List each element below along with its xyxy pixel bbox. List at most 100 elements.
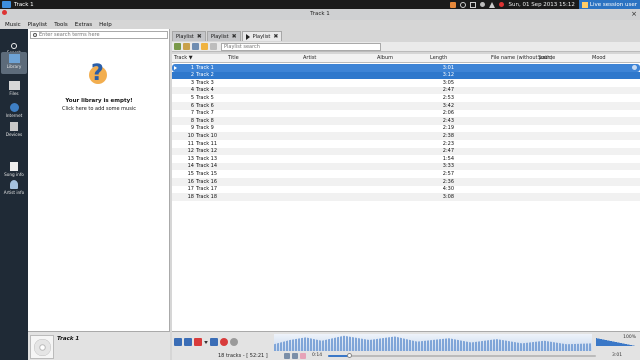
stop-icon[interactable] <box>194 338 202 346</box>
mail-icon[interactable] <box>499 2 505 7</box>
title-cell: Track 4 <box>196 87 214 94</box>
menu-music[interactable]: Music <box>5 22 21 28</box>
table-row[interactable]: 14 Track 14 3:33 <box>172 162 640 171</box>
load-playlist-icon[interactable] <box>183 43 190 50</box>
search-icon <box>11 43 17 49</box>
table-row[interactable]: 15 Track 15 2:57 <box>172 170 640 178</box>
length-cell: 2:19 <box>442 125 454 132</box>
table-row[interactable]: 13 Track 13 1:54 <box>172 155 640 163</box>
lastfm-icon[interactable] <box>300 353 306 359</box>
previous-icon[interactable] <box>174 338 182 346</box>
repeat-icon[interactable] <box>292 353 298 359</box>
play-pause-icon[interactable] <box>184 338 192 346</box>
network-icon[interactable] <box>460 1 467 8</box>
menu-bar: Music Playlist Tools Extras Help <box>0 20 172 29</box>
menu-extras[interactable]: Extras <box>75 22 92 28</box>
clock[interactable]: Sun, 01 Sep 2013 15:12 <box>508 2 574 8</box>
table-row[interactable]: 8 Track 8 2:43 <box>172 117 640 125</box>
shuffle-icon[interactable] <box>284 353 290 359</box>
panel-window-title[interactable]: Track 1 <box>14 2 34 8</box>
title-cell: Track 5 <box>196 94 214 101</box>
table-row[interactable]: 7 Track 7 2:06 <box>172 110 640 118</box>
track-number-cell: 4 <box>190 87 194 94</box>
tab-playlist-3[interactable]: Playlist ✖ <box>241 31 283 41</box>
volume-slider[interactable]: 100% <box>596 335 636 346</box>
sidebar-item-files[interactable]: Files <box>1 79 27 101</box>
tab-playlist-2[interactable]: Playlist ✖ <box>206 31 241 41</box>
column-title[interactable]: Title <box>228 55 239 61</box>
table-row[interactable]: 3 Track 3 3:05 <box>172 79 640 87</box>
library-add-music-link[interactable]: Click here to add some music <box>28 106 170 112</box>
analyzer-visualization[interactable] <box>274 334 592 351</box>
library-pane: ? Your library is empty! Click here to a… <box>28 29 170 331</box>
table-row[interactable]: 5 Track 5 2:53 <box>172 94 640 102</box>
column-album[interactable]: Album <box>377 55 393 61</box>
tab-label: Playlist <box>176 33 194 40</box>
title-cell: Track 1 <box>196 64 214 71</box>
redo-icon[interactable] <box>210 43 217 50</box>
window-close-icon[interactable]: × <box>631 10 637 18</box>
sidebar-item-label: Song info <box>4 172 24 177</box>
length-cell: 3:08 <box>442 193 454 200</box>
table-row[interactable]: 2 Track 2 3:12 <box>172 71 640 80</box>
column-artist[interactable]: Artist <box>303 55 316 61</box>
table-row[interactable]: 12 Track 12 2:47 <box>172 147 640 156</box>
undo-icon[interactable] <box>201 43 208 50</box>
close-icon[interactable]: ✖ <box>273 33 278 40</box>
artist-info-icon <box>10 180 18 189</box>
track-number-cell: 15 <box>187 170 194 177</box>
stop-options-icon[interactable] <box>204 340 208 344</box>
title-cell: Track 11 <box>196 140 218 147</box>
title-cell: Track 18 <box>196 193 218 200</box>
ban-icon[interactable] <box>230 338 238 346</box>
bluetooth-icon[interactable] <box>480 2 486 7</box>
dropbox-icon[interactable] <box>450 1 457 8</box>
internet-icon <box>9 103 19 112</box>
column-track[interactable]: Track ▼ <box>174 55 193 61</box>
close-icon[interactable]: ✖ <box>197 33 202 40</box>
table-row[interactable]: 17 Track 17 4:30 <box>172 186 640 194</box>
table-row[interactable]: 9 Track 9 2:19 <box>172 125 640 133</box>
seek-slider[interactable] <box>328 353 596 358</box>
menu-tools[interactable]: Tools <box>54 22 68 28</box>
track-number-cell: 14 <box>187 163 194 170</box>
close-icon[interactable]: ✖ <box>232 33 237 40</box>
menu-help[interactable]: Help <box>99 22 112 28</box>
menu-playlist[interactable]: Playlist <box>28 22 48 28</box>
title-cell: Track 12 <box>196 148 218 155</box>
table-row[interactable]: 4 Track 4 2:47 <box>172 86 640 95</box>
sidebar-item-devices[interactable]: Devices <box>1 120 27 142</box>
tab-playlist-1[interactable]: Playlist ✖ <box>172 31 206 41</box>
length-cell: 2:47 <box>442 87 454 94</box>
sidebar-item-label: Internet <box>5 113 23 118</box>
table-row[interactable]: 10 Track 10 2:38 <box>172 132 640 140</box>
battery-icon[interactable] <box>470 1 477 8</box>
column-source[interactable]: Source <box>538 55 555 61</box>
library-search-input[interactable] <box>39 32 159 38</box>
seek-handle[interactable] <box>347 353 353 358</box>
table-row[interactable]: 18 Track 18 3:08 <box>172 193 640 201</box>
sidebar-item-artist-info[interactable]: Artist info <box>1 178 27 200</box>
table-row[interactable]: 16 Track 16 2:36 <box>172 177 640 186</box>
volume-icon[interactable] <box>489 1 496 8</box>
column-mood[interactable]: Mood <box>592 55 606 61</box>
sidebar-item-library[interactable]: Library <box>1 52 27 74</box>
playlist-status: 18 tracks - [ 52:21 ] <box>218 353 268 359</box>
next-icon[interactable] <box>210 338 218 346</box>
length-cell: 3:01 <box>442 64 454 71</box>
length-cell: 3:42 <box>442 102 454 109</box>
column-length[interactable]: Length <box>430 55 447 61</box>
album-cover[interactable] <box>30 335 54 359</box>
playlist-search-input[interactable] <box>224 43 364 50</box>
save-playlist-icon[interactable] <box>192 43 199 50</box>
table-row[interactable]: 1 Track 1 3:01 <box>172 64 640 72</box>
sidebar-item-label: Artist info <box>3 190 25 195</box>
table-row[interactable]: 11 Track 11 2:23 <box>172 140 640 148</box>
session-menu[interactable]: Live session user <box>578 0 640 9</box>
love-icon[interactable] <box>220 338 228 346</box>
new-playlist-icon[interactable] <box>174 43 181 50</box>
table-row[interactable]: 6 Track 6 3:42 <box>172 101 640 110</box>
track-number-cell: 1 <box>190 64 194 71</box>
session-label: Live session user <box>589 1 637 8</box>
length-cell: 2:23 <box>442 140 454 147</box>
